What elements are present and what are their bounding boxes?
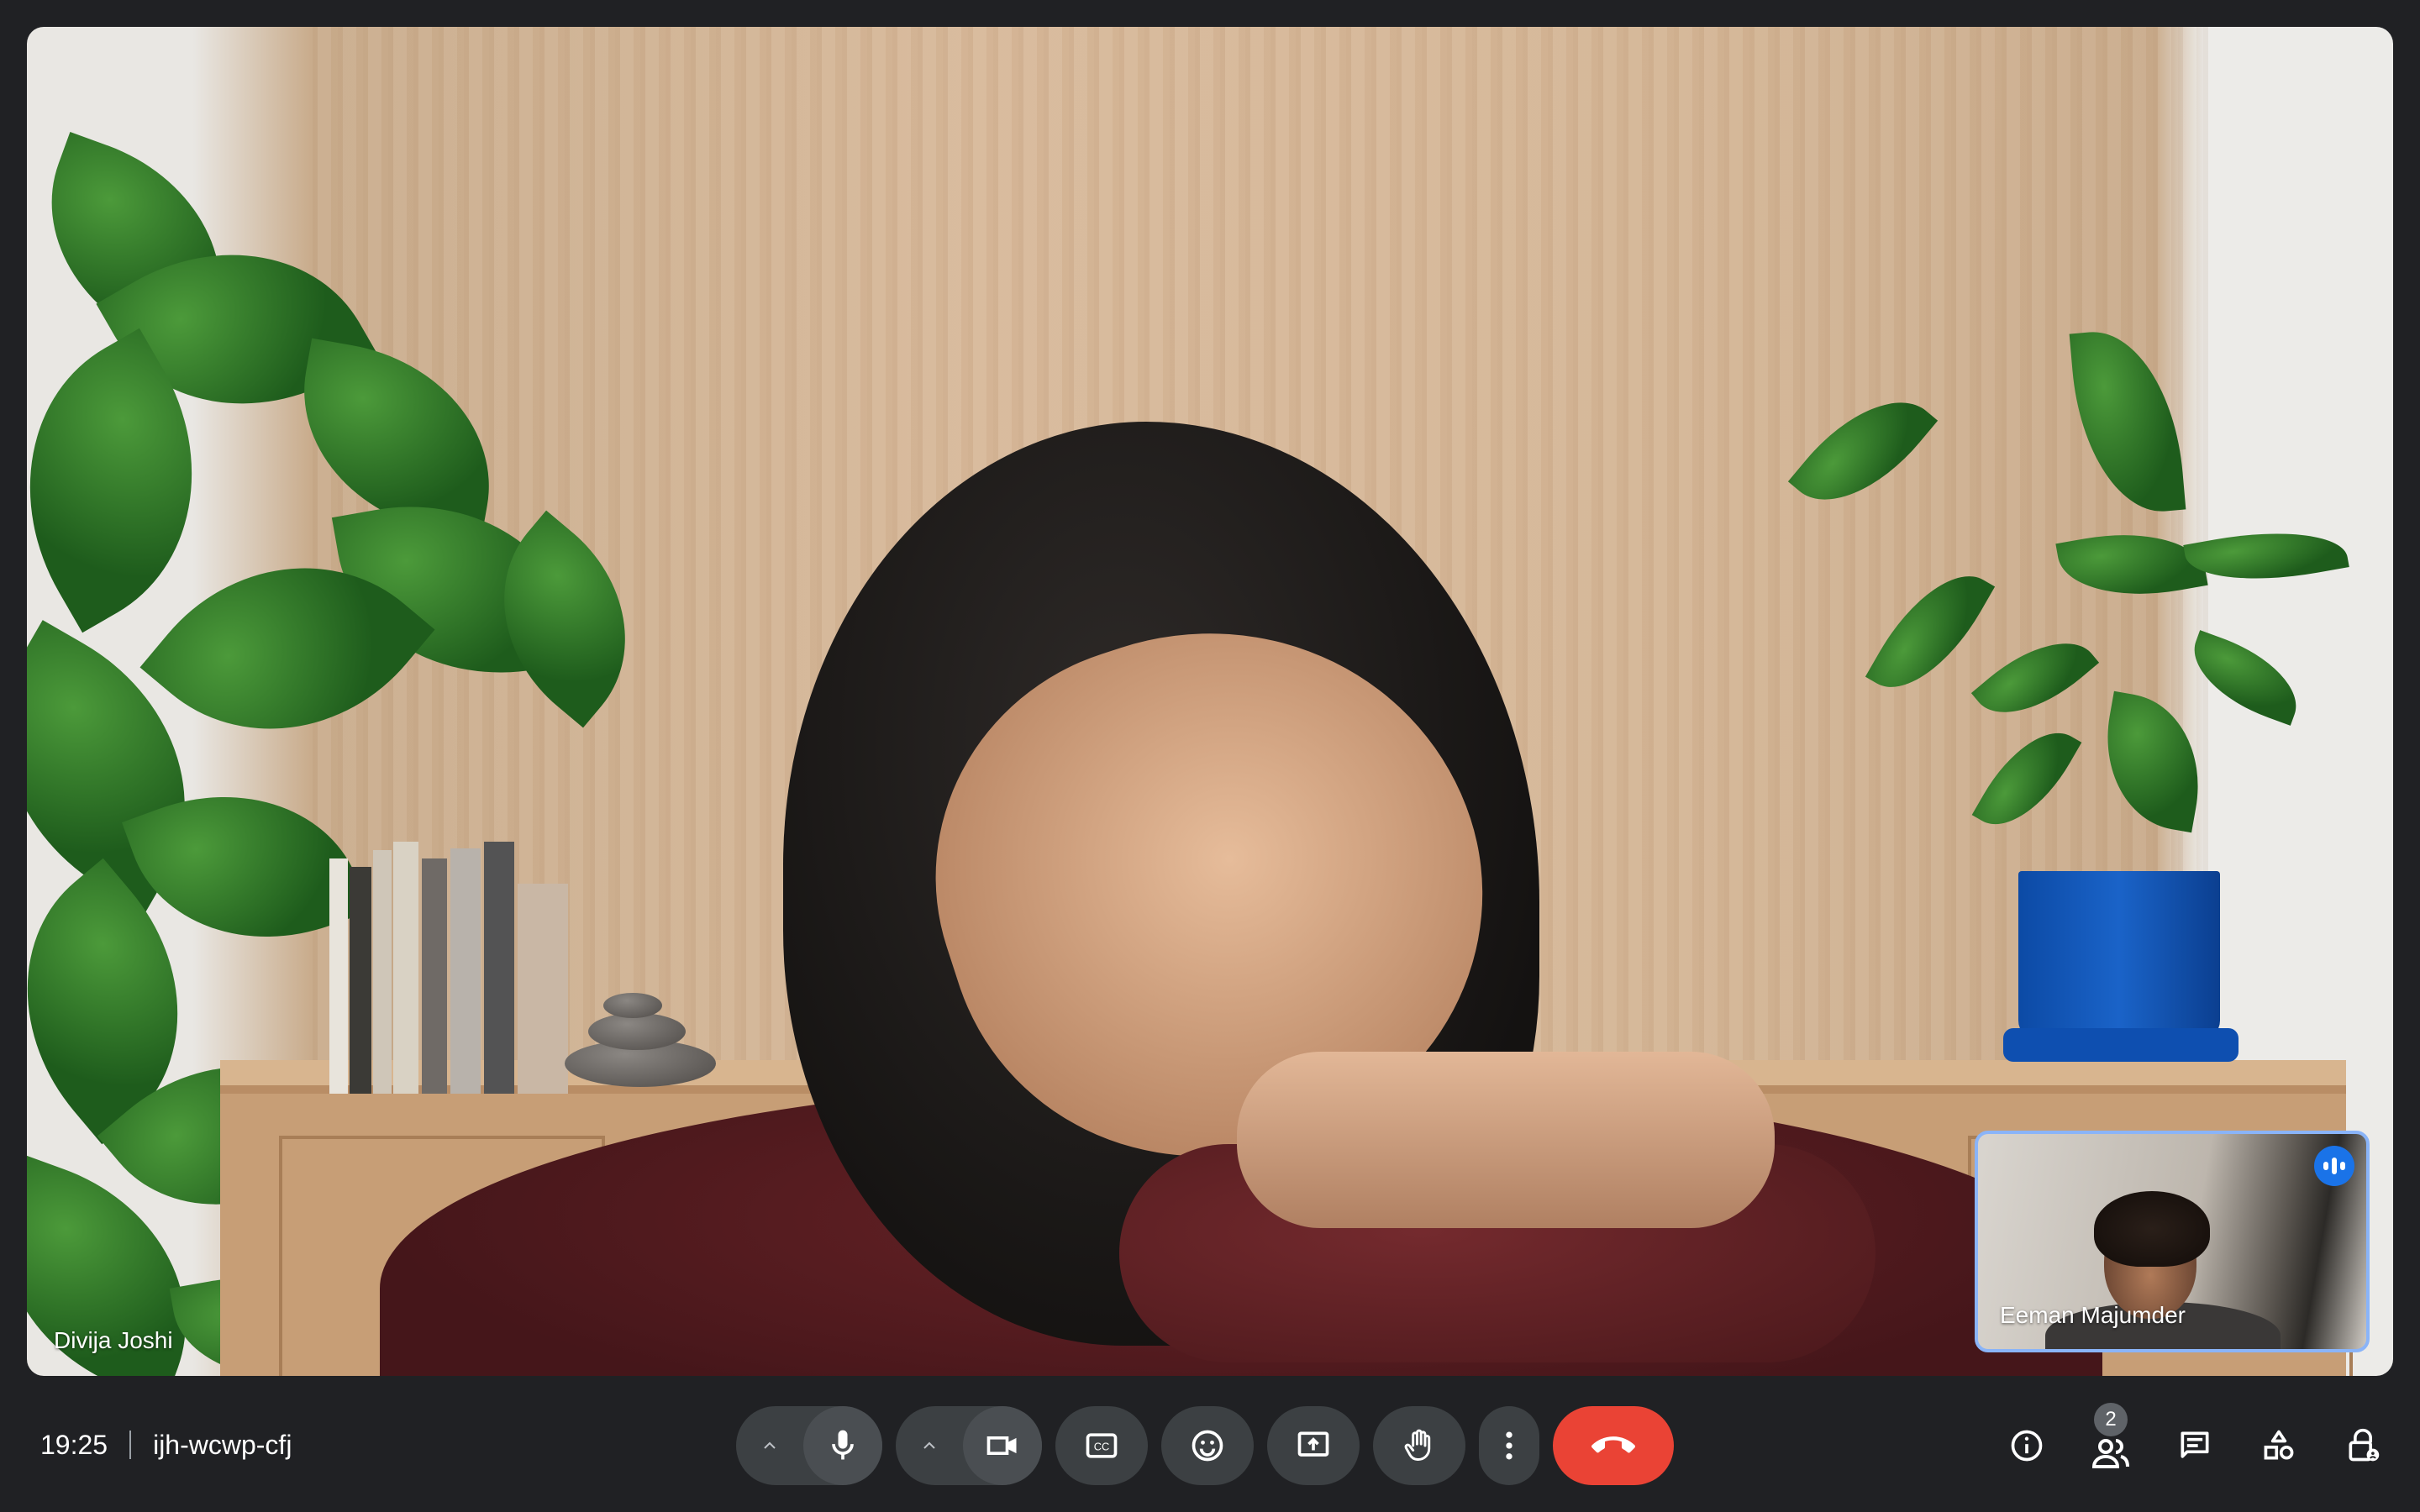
divider bbox=[129, 1431, 132, 1459]
microphone-button[interactable] bbox=[803, 1406, 882, 1485]
emoji-icon bbox=[1192, 1430, 1223, 1462]
leave-call-button[interactable] bbox=[1553, 1406, 1674, 1485]
chevron-up-icon bbox=[923, 1441, 935, 1449]
call-control-bar: 19:25 ijh-wcwp-cfj CC 2 bbox=[0, 1386, 2420, 1512]
main-participant-name: Divija Joshi bbox=[54, 1327, 173, 1353]
video-camera-icon bbox=[986, 1436, 1017, 1455]
camera-group bbox=[896, 1406, 1042, 1485]
microphone-group bbox=[736, 1406, 882, 1485]
chat-icon bbox=[2181, 1431, 2209, 1458]
people-button[interactable]: 2 bbox=[2087, 1403, 2134, 1485]
present-screen-icon bbox=[1297, 1431, 1329, 1457]
audio-options-button[interactable] bbox=[736, 1406, 803, 1485]
video-options-button[interactable] bbox=[896, 1406, 963, 1485]
info-icon bbox=[2011, 1430, 2043, 1462]
right-controls: 2 bbox=[2003, 1403, 2386, 1485]
camera-button[interactable] bbox=[963, 1406, 1042, 1485]
end-call-icon bbox=[1591, 1436, 1635, 1453]
meeting-code: ijh-wcwp-cfj bbox=[153, 1429, 292, 1460]
raise-hand-button[interactable] bbox=[1373, 1406, 1465, 1485]
meeting-details-button[interactable] bbox=[2003, 1406, 2050, 1485]
chat-button[interactable] bbox=[2171, 1406, 2218, 1485]
host-controls-button[interactable] bbox=[2339, 1406, 2386, 1485]
self-participant-name: Eeman Majumder bbox=[2000, 1302, 2186, 1328]
plant-pot bbox=[2018, 871, 2220, 1039]
closed-captions-icon: CC bbox=[1086, 1433, 1118, 1458]
people-icon bbox=[2091, 1439, 2129, 1468]
svg-text:CC: CC bbox=[1094, 1441, 1110, 1453]
more-options-button[interactable] bbox=[1479, 1406, 1539, 1485]
center-controls: CC bbox=[736, 1406, 1674, 1485]
meeting-time: 19:25 bbox=[40, 1429, 108, 1460]
activities-icon bbox=[2264, 1430, 2294, 1460]
raise-hand-icon bbox=[1404, 1429, 1431, 1461]
plant-pot-saucer bbox=[2003, 1028, 2238, 1062]
present-now-button[interactable] bbox=[1267, 1406, 1360, 1485]
self-hair bbox=[2094, 1191, 2210, 1267]
host-controls-icon bbox=[2349, 1428, 2380, 1462]
more-options-icon bbox=[1506, 1431, 1512, 1460]
chevron-up-icon bbox=[764, 1441, 776, 1449]
microphone-icon bbox=[832, 1430, 854, 1460]
self-view-tile[interactable]: Eeman Majumder bbox=[1975, 1131, 2370, 1352]
participant-count-badge: 2 bbox=[2094, 1403, 2128, 1436]
meeting-details: 19:25 ijh-wcwp-cfj bbox=[40, 1386, 292, 1504]
participant-hand bbox=[1237, 1052, 1775, 1228]
activities-button[interactable] bbox=[2255, 1406, 2302, 1485]
speaking-indicator-icon bbox=[2314, 1146, 2354, 1186]
emoji-reactions-button[interactable] bbox=[1161, 1406, 1254, 1485]
captions-button[interactable]: CC bbox=[1055, 1406, 1148, 1485]
